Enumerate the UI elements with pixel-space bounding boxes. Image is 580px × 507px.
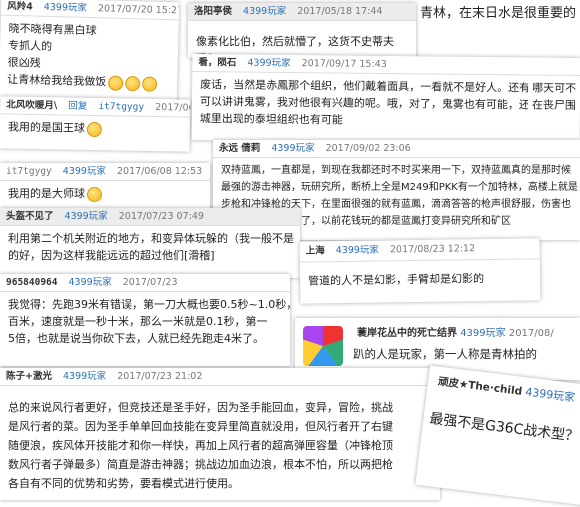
comment-line: 百米，速度就是一秒十米，那么一米就是0.1秒，第一 — [8, 315, 268, 328]
user-tag[interactable]: 4399玩家 — [63, 166, 106, 177]
timestamp: 2017/07/20 15:27 — [97, 3, 180, 17]
comment-line: 是风行者的菜。因为圣手单单回血技能在变异里简直就没用，但风行者开了右键 — [8, 420, 393, 433]
comment-line: 城里出现的泰坦组织也有可能 — [199, 112, 343, 127]
username[interactable]: 蓑岸花丛中的死亡结界 — [357, 328, 457, 339]
user-tag[interactable]: 4399玩家 — [460, 328, 505, 339]
comment-line: 让青林给我给我做饭 — [7, 71, 169, 92]
comment-text: 利用第二个机关附近的地方，和变异体玩躲的（我一般不是 的好，因为这样我能远远的超… — [0, 226, 300, 268]
comment-text: 总的来说风行者更好，但竞技还是圣手好，因为圣手能回血，变异，冒险，挑战 是风行者… — [0, 386, 440, 497]
comment-card-11: 陈子+激光 4399玩家 2017/07/23 21:02 总的来说风行者更好，… — [0, 368, 440, 500]
comment-line: 随便浪，疾风体开技能才和你一样快，再加上风行者的超高弹匣容量（冲锋枪顶 — [8, 439, 393, 452]
comment-overflow: 哪天可不 在丧尸围 — [531, 81, 577, 112]
comment-header: 蓑岸花丛中的死亡结界 4399玩家 2017/08/ — [357, 324, 554, 339]
smile-emoji-icon — [87, 186, 102, 202]
timestamp: 2017/09/17 15:43 — [301, 58, 387, 71]
comment-text: 管道的人不是幻影，手臂却是幻影的 — [308, 272, 485, 288]
user-tag[interactable]: 4399玩家 — [65, 211, 108, 222]
user-tag[interactable]: 4399玩家 — [63, 371, 106, 382]
comment-card-9: 965840964 4399玩家 2017/07/23 我觉得：先跑39米有错误… — [0, 274, 290, 366]
timestamp: 2017/07/23 — [122, 277, 178, 288]
smile-emoji-icon — [124, 75, 141, 91]
timestamp: 2017/07/23 07:49 — [118, 211, 204, 222]
timestamp: 2017/05/18 17:44 — [297, 6, 383, 17]
user-tag[interactable]: 4399玩家 — [44, 2, 87, 14]
username[interactable]: 风羚4 — [7, 1, 33, 13]
comment-text: 像素化比伯，然后就懵了，这货不史蒂夫吗？ — [196, 35, 394, 58]
smile-emoji-icon — [107, 75, 124, 91]
comment-header: 洛阳亭侯 4399玩家 2017/05/18 17:44 — [188, 3, 416, 21]
comment-text: 趴的人是玩家，第一人称是青林拍的 — [353, 347, 537, 361]
comment-line: 双持蓝鳳，一直都是，到现在我都还时不时买来用一下，双持蓝鳳真的是那时候 — [221, 165, 571, 176]
username[interactable]: it7tgygy — [6, 166, 52, 177]
comment-line: 利用第二个机关附近的地方，和变异体玩躲的（我一般不是 — [8, 232, 294, 245]
timestamp: 2017/09/02 23:06 — [325, 143, 411, 154]
comment-line: 我觉得：先跑39米有错误，第一刀大概也要0.5秒~1.0秒， — [8, 298, 290, 311]
comment-text: 我用的是国王球 — [0, 114, 190, 142]
comment-text: 废话，当然是赤鳳那个组织，他们戴着面具，一看就不是好人。还有， 可以讲讲鬼雾，我… — [192, 72, 580, 135]
comment-line: 的好，因为这样我能远远的超过他们[滑稽] — [8, 249, 215, 262]
reply-link[interactable]: 回复 — [68, 101, 87, 112]
user-tag[interactable]: 4399玩家 — [243, 6, 286, 17]
username[interactable]: 洛阳亭侯 — [194, 6, 232, 17]
comment-card-4: 看，陨石 4399玩家 2017/09/17 15:43 废话，当然是赤鳳那个组… — [191, 53, 580, 145]
username[interactable]: 965840964 — [6, 277, 57, 288]
comment-header: 头盔不见了 4399玩家 2017/07/23 07:49 — [0, 208, 300, 226]
comment-text: 我用的是大师球 — [0, 181, 210, 206]
comment-header: 965840964 4399玩家 2017/07/23 — [0, 274, 290, 292]
comment-card-8: 上海 4399玩家 2017/08/23 12:12 管道的人不是幻影，手臂却是… — [299, 238, 541, 304]
timestamp: 2017/06/08 12:53 — [117, 166, 203, 177]
comment-card-7: 头盔不见了 4399玩家 2017/07/23 07:49 利用第二个机关附近的… — [0, 208, 300, 278]
comment-card-12: 顽皮★The·child 4399玩家 最强不是G36C战术型？？ — [415, 365, 580, 507]
avatar[interactable] — [303, 326, 343, 366]
username[interactable]: 头盔不见了 — [6, 211, 54, 222]
timestamp: 2017/07/23 21:02 — [117, 371, 203, 382]
comment-header: 陈子+激光 4399玩家 2017/07/23 21:02 — [0, 368, 440, 386]
smile-emoji-icon — [141, 75, 158, 92]
user-tag[interactable]: 4399玩家 — [247, 58, 290, 69]
smile-emoji-icon — [86, 121, 103, 137]
user-tag[interactable]: 4399玩家 — [69, 277, 112, 288]
comment-header: 永远 倩莉 4399玩家 2017/09/02 23:06 — [213, 140, 580, 158]
comment-line: 总的来说风行者更好，但竞技还是圣手好，因为圣手能回血，变异，冒险，挑战 — [8, 401, 393, 414]
username[interactable]: 北风吹暖月\ — [6, 99, 57, 111]
comment-fragment: 青林，在末日水是很重要的 — [420, 3, 580, 25]
comment-text: 晓不晓得有黑白球 专抓人的 很凶残 让青林给我给我做饭 — [0, 16, 179, 97]
username[interactable]: 永远 倩莉 — [219, 143, 260, 154]
timestamp: 2017/06/23 — [155, 102, 191, 115]
username[interactable]: 看，陨石 — [198, 57, 236, 68]
comment-line: 数风行者子弹最多）简直是游击神器；挑战边加血边浪，根本不怕，所以两把枪 — [8, 458, 393, 471]
reply-username[interactable]: it7tgygy — [98, 101, 144, 113]
comment-header: it7tgygy 4399玩家 2017/06/08 12:53 — [0, 163, 210, 181]
user-tag[interactable]: 4399玩家 — [336, 245, 379, 257]
comment-card-1: 风羚4 4399玩家 2017/07/20 15:27 晓不晓得有黑白球 专抓人… — [0, 0, 180, 105]
comment-text: 我觉得：先跑39米有错误，第一刀大概也要0.5秒~1.0秒， 百米，速度就是一秒… — [0, 292, 290, 351]
comment-card-3: 洛阳亭侯 4399玩家 2017/05/18 17:44 像素化比伯，然后就懵了… — [188, 3, 416, 58]
comment-line: 最强的游击神器，玩研究所，断桥上全是M249和PKK有一个加特林，高楼上就是 — [221, 182, 578, 193]
comment-line: 5倍，也就是说当你砍下去，人就已经先跑走4米了。 — [8, 332, 264, 345]
comment-card-2: 北风吹暖月\ 回复 it7tgygy 2017/06/23 我用的是国王球 — [0, 96, 191, 152]
username[interactable]: 上海 — [306, 245, 325, 256]
username[interactable]: 陈子+激光 — [6, 371, 52, 382]
timestamp: 2017/08/23 12:12 — [389, 243, 476, 256]
user-tag[interactable]: 4399玩家 — [271, 143, 314, 154]
timestamp: 2017/08/ — [508, 328, 554, 339]
comment-card-5: it7tgygy 4399玩家 2017/06/08 12:53 我用的是大师球 — [0, 163, 210, 211]
comment-line: 各自有不同的优势和劣势，要看模式进行使用。 — [8, 477, 239, 490]
